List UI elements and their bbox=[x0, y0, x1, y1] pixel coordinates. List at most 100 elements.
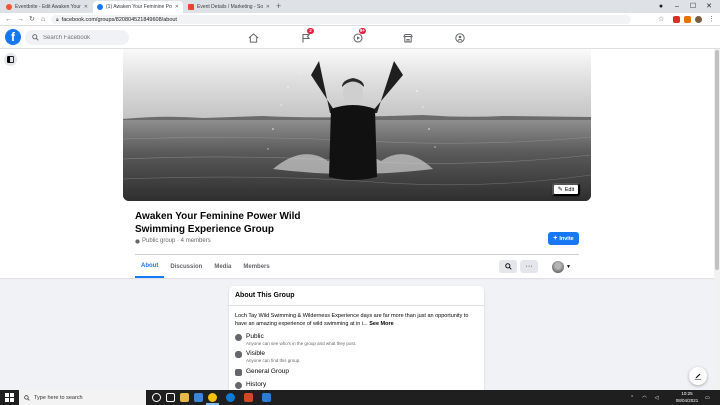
account-menu-button[interactable]: ▼ bbox=[552, 260, 576, 273]
chevron-up-icon[interactable]: ⌃ bbox=[630, 395, 634, 401]
close-tab-icon[interactable]: ✕ bbox=[175, 4, 179, 10]
edge-icon[interactable] bbox=[226, 393, 235, 402]
browser-toolbar: ← → ↻ ⌂ 🔒︎ facebook.com/groups/820804521… bbox=[0, 13, 720, 26]
volume-icon[interactable]: ◁ bbox=[655, 395, 659, 401]
info-subtitle: Anyone can find this group. bbox=[246, 358, 301, 363]
extension-icon[interactable] bbox=[684, 16, 691, 23]
watch-notification-badge: 9+ bbox=[358, 28, 366, 34]
back-arrow-icon[interactable]: ← bbox=[5, 13, 12, 26]
description-text: Loch Tay Wild Swimming & Wilderness Expe… bbox=[235, 313, 469, 327]
people-icon bbox=[235, 369, 242, 376]
more-options-button[interactable]: ··· bbox=[520, 260, 538, 273]
search-icon bbox=[504, 263, 512, 270]
facebook-logo-icon[interactable]: f bbox=[5, 29, 21, 45]
flag-icon bbox=[302, 33, 311, 42]
group-meta: Public group · 4 members bbox=[135, 238, 211, 244]
windows-search-box[interactable]: Type here to search bbox=[19, 390, 146, 405]
close-tab-icon[interactable]: ✕ bbox=[84, 4, 88, 10]
group-title: Awaken Your Feminine Power Wild Swimming… bbox=[135, 211, 301, 235]
search-input[interactable] bbox=[43, 34, 123, 41]
app-icon[interactable] bbox=[244, 393, 253, 402]
wifi-icon[interactable]: ◠ bbox=[642, 395, 646, 401]
facebook-top-nav: f 2 9+ bbox=[0, 26, 720, 49]
about-divider bbox=[229, 305, 484, 306]
invite-button[interactable]: + Invite bbox=[548, 232, 579, 245]
search-icon bbox=[32, 34, 39, 41]
about-group-card: About This Group Loch Tay Wild Swimming … bbox=[229, 286, 484, 396]
close-window-icon[interactable]: ✕ bbox=[701, 0, 717, 13]
browser-tab-eventbrite[interactable]: Eventbrite - Edit Awaken Your Fe… ✕ bbox=[2, 1, 92, 13]
close-tab-icon[interactable]: ✕ bbox=[266, 4, 270, 10]
pages-notification-badge: 2 bbox=[307, 28, 314, 34]
home-icon[interactable]: ⌂ bbox=[41, 13, 45, 26]
browser-tab-title: Event Details / Marketing - Sogh… bbox=[197, 4, 263, 10]
cover-swimmer-image bbox=[123, 49, 591, 201]
gmail-favicon-icon bbox=[188, 4, 194, 10]
new-message-button[interactable] bbox=[689, 367, 707, 385]
task-view-icon[interactable] bbox=[166, 393, 175, 402]
bookmark-star-icon[interactable]: ☆ bbox=[658, 13, 664, 26]
minimize-window-icon[interactable]: – bbox=[669, 0, 685, 13]
edit-cover-label: Edit bbox=[564, 186, 575, 193]
search-placeholder: Type here to search bbox=[34, 394, 83, 401]
group-privacy-members: Public group · 4 members bbox=[142, 238, 211, 244]
marketplace-store-icon bbox=[403, 33, 413, 42]
facebook-favicon-icon bbox=[97, 4, 103, 10]
new-tab-button[interactable]: + bbox=[276, 1, 281, 12]
sidebar-toggle-button[interactable] bbox=[4, 53, 17, 66]
eye-icon bbox=[235, 351, 242, 358]
browser-tab-gmail[interactable]: Event Details / Marketing - Sogh… ✕ bbox=[184, 1, 274, 13]
chrome-icon[interactable] bbox=[208, 393, 217, 402]
cortana-icon[interactable] bbox=[152, 393, 161, 402]
see-more-link[interactable]: See More bbox=[369, 321, 393, 327]
store-icon[interactable] bbox=[194, 393, 203, 402]
info-row-general: General Group bbox=[235, 368, 475, 376]
nav-watch-button[interactable]: 9+ bbox=[349, 28, 367, 45]
profile-avatar-icon[interactable] bbox=[695, 16, 702, 23]
forward-arrow-icon[interactable]: → bbox=[17, 13, 24, 26]
reload-icon[interactable]: ↻ bbox=[29, 13, 35, 26]
avatar bbox=[552, 260, 564, 273]
about-description: Loch Tay Wild Swimming & Wilderness Expe… bbox=[235, 313, 478, 328]
nav-marketplace-button[interactable] bbox=[399, 30, 417, 45]
clock-icon bbox=[235, 382, 242, 389]
nav-pages-button[interactable]: 2 bbox=[297, 28, 315, 45]
tab-discussion[interactable]: Discussion bbox=[164, 256, 208, 278]
more-dots-icon: ··· bbox=[525, 263, 533, 270]
info-title: General Group bbox=[246, 368, 289, 375]
search-icon bbox=[24, 394, 30, 401]
scrollbar-thumb[interactable] bbox=[715, 50, 719, 270]
tab-about[interactable]: About bbox=[135, 256, 165, 278]
info-row-history: History bbox=[235, 381, 475, 389]
sidebar-panel-icon bbox=[7, 56, 14, 63]
tab-media[interactable]: Media bbox=[208, 256, 237, 278]
pencil-icon: ✎ bbox=[557, 187, 563, 193]
browser-tab-strip: Eventbrite - Edit Awaken Your Fe… ✕ (1) … bbox=[0, 0, 720, 13]
edit-cover-button[interactable]: ✎ Edit bbox=[552, 183, 580, 196]
browser-tab-facebook[interactable]: (1) Awaken Your Feminine Powe… ✕ bbox=[93, 1, 183, 13]
plus-icon: + bbox=[553, 234, 558, 242]
chevron-down-icon: ▼ bbox=[566, 263, 571, 270]
nav-groups-button[interactable] bbox=[451, 30, 469, 45]
info-row-public: Public Anyone can see who's in the group… bbox=[235, 333, 475, 346]
outlook-icon[interactable] bbox=[262, 393, 271, 402]
nav-home-button[interactable] bbox=[244, 30, 262, 45]
url-text: facebook.com/groups/820804521849608/abou… bbox=[61, 16, 177, 23]
lock-icon: 🔒︎ bbox=[56, 16, 59, 23]
tab-members[interactable]: Members bbox=[237, 256, 275, 278]
maximize-window-icon[interactable]: ☐ bbox=[685, 0, 701, 13]
home-icon bbox=[248, 32, 258, 43]
windows-start-icon[interactable] bbox=[5, 393, 14, 402]
eventbrite-favicon-icon bbox=[6, 4, 12, 10]
file-explorer-icon[interactable] bbox=[180, 393, 189, 402]
system-tray[interactable]: ⌃ ◠ ◁ bbox=[630, 390, 658, 405]
pdf-extension-icon[interactable] bbox=[673, 16, 680, 23]
browser-menu-icon[interactable]: ⋮ bbox=[708, 13, 715, 26]
notifications-icon[interactable]: ▭ bbox=[705, 390, 710, 405]
group-search-button[interactable] bbox=[499, 260, 517, 273]
address-bar[interactable]: 🔒︎ facebook.com/groups/820804521849608/a… bbox=[51, 15, 631, 24]
tab-search-icon[interactable]: ● bbox=[653, 0, 669, 13]
taskbar-clock[interactable]: 10:25 08/04/2021 bbox=[672, 391, 702, 404]
globe-icon bbox=[135, 238, 140, 244]
facebook-search-box[interactable] bbox=[25, 30, 129, 45]
